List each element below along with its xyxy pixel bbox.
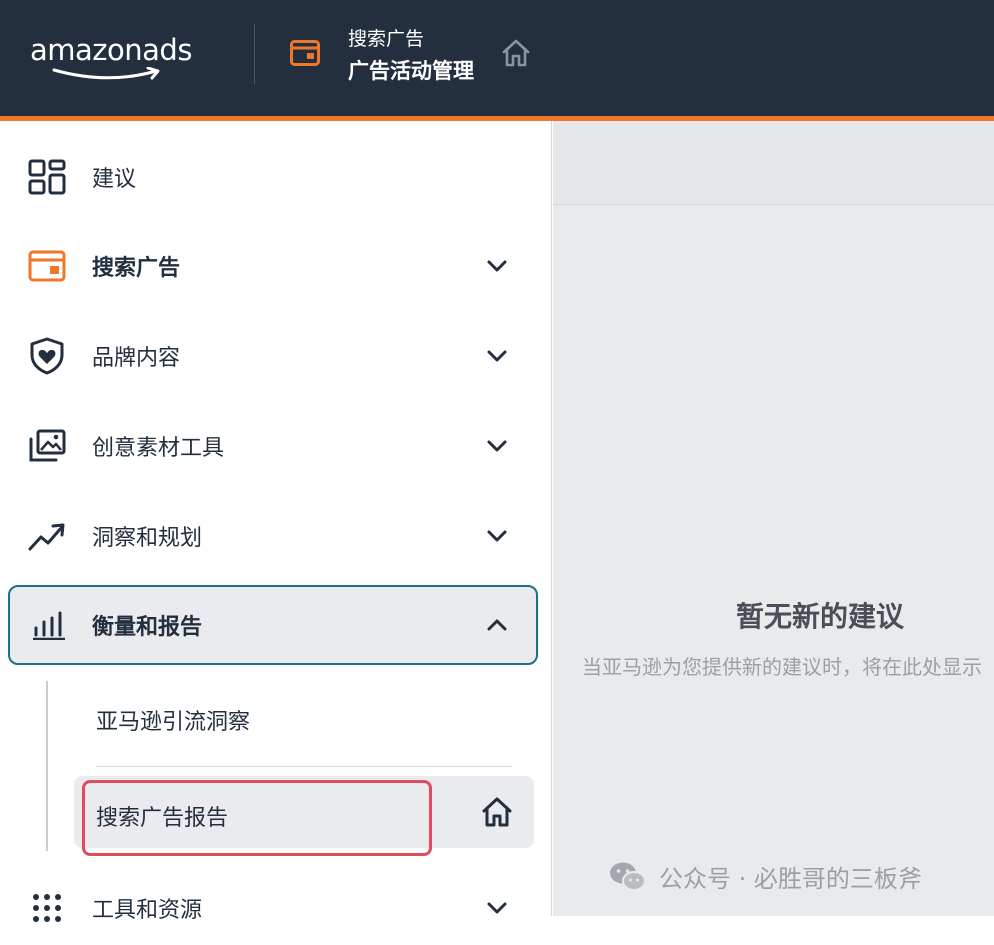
sidebar-item-label: 衡量和报告 (92, 615, 203, 640)
sidebar-item-label: 创意素材工具 (92, 436, 225, 461)
main-header-strip (553, 121, 994, 205)
chevron-down-icon[interactable] (486, 439, 508, 453)
topbar-divider (254, 24, 255, 84)
sidebar-item-insights-planning[interactable]: 洞察和规划 (0, 499, 552, 573)
campaign-card-icon (290, 40, 320, 66)
breadcrumb[interactable]: 搜索广告 (348, 26, 424, 52)
sidebar-item-recommendations[interactable]: 建议 (0, 140, 552, 214)
sidebar-item-creative-tools[interactable]: 创意素材工具 (0, 409, 552, 483)
sidebar-item-measurement-reporting[interactable]: 衡量和报告 (8, 585, 538, 665)
sidebar: 建议 搜索广告 品牌内容 创意素材工具 洞察和规划 衡量和报告 亚马逊引流洞察 … (0, 121, 552, 923)
trend-line-icon (28, 517, 66, 555)
sidebar-item-sponsored-ads[interactable]: 搜索广告 (0, 229, 552, 303)
submenu-divider (96, 766, 512, 767)
sidebar-item-brand-content[interactable]: 品牌内容 (0, 319, 552, 393)
image-stack-icon (28, 427, 66, 465)
bar-chart-icon (30, 606, 68, 644)
top-bar: amazonads 搜索广告 广告活动管理 (0, 0, 994, 116)
submenu-item-traffic-insights[interactable]: 亚马逊引流洞察 (96, 704, 250, 736)
logo-text: amazonads (30, 33, 192, 67)
chevron-up-icon[interactable] (486, 618, 508, 632)
chevron-down-icon[interactable] (486, 349, 508, 363)
empty-state-title: 暂无新的建议 (736, 600, 905, 633)
empty-state-description: 当亚马逊为您提供新的建议时，将在此处显示 (582, 655, 982, 679)
campaign-card-icon (28, 247, 66, 285)
page-title: 广告活动管理 (348, 59, 474, 83)
shield-heart-icon (28, 337, 66, 375)
home-icon[interactable] (500, 38, 532, 68)
home-icon[interactable] (480, 796, 514, 828)
amazon-ads-logo[interactable]: amazonads (30, 30, 192, 82)
logo-smile-icon (52, 67, 160, 80)
chevron-down-icon[interactable] (486, 901, 508, 915)
sidebar-item-label: 品牌内容 (92, 346, 181, 371)
sidebar-item-label: 工具和资源 (92, 898, 203, 923)
wechat-icon (610, 862, 646, 891)
sidebar-item-label: 建议 (92, 167, 137, 192)
highlight-annotation-box (82, 780, 432, 856)
sidebar-item-label: 洞察和规划 (92, 526, 203, 551)
main-content: 暂无新的建议 当亚马逊为您提供新的建议时，将在此处显示 公众号 · 必胜哥的三板… (553, 121, 994, 916)
submenu-rail (46, 681, 48, 851)
sidebar-item-tools-resources[interactable]: 工具和资源 (0, 871, 552, 945)
dots-grid-icon (28, 889, 66, 927)
chevron-down-icon[interactable] (486, 259, 508, 273)
grid-icon (28, 158, 66, 196)
chevron-down-icon[interactable] (486, 529, 508, 543)
watermark: 公众号 · 必胜哥的三板斧 (609, 859, 922, 894)
sidebar-item-label: 搜索广告 (92, 256, 181, 281)
watermark-text: 公众号 · 必胜哥的三板斧 (659, 865, 922, 893)
